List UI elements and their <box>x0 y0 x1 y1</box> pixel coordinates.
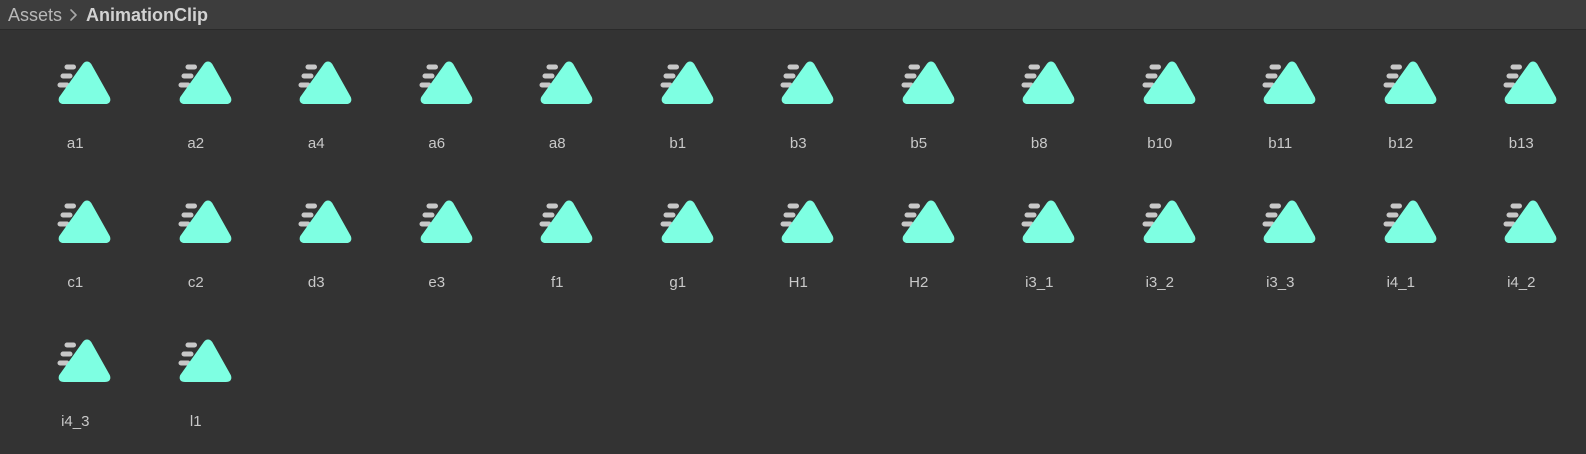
animation-clip-icon <box>640 52 716 122</box>
asset-tile[interactable]: e3 <box>377 191 498 330</box>
animation-clip-icon <box>1363 52 1439 122</box>
asset-label: b3 <box>789 135 807 152</box>
animation-clip-icon <box>278 52 354 122</box>
animation-clip-icon <box>278 191 354 261</box>
animation-clip-icon <box>1001 52 1077 122</box>
asset-tile[interactable]: c2 <box>136 191 257 330</box>
animation-clip-icon <box>640 191 716 261</box>
asset-label: c2 <box>187 274 204 291</box>
asset-label: a2 <box>187 135 205 152</box>
animation-clip-icon <box>519 52 595 122</box>
animation-clip-icon <box>1242 52 1318 122</box>
asset-tile[interactable]: i4_3 <box>15 330 136 454</box>
asset-tile[interactable]: a4 <box>256 52 377 191</box>
asset-label: i3_2 <box>1145 274 1174 291</box>
animation-clip-icon <box>158 191 234 261</box>
asset-label: b12 <box>1388 135 1414 152</box>
animation-clip-icon <box>37 52 113 122</box>
asset-label: i4_3 <box>61 413 90 430</box>
asset-label: a6 <box>428 135 446 152</box>
asset-label: i4_1 <box>1386 274 1415 291</box>
asset-tile[interactable]: g1 <box>618 191 739 330</box>
breadcrumb-item-animationclip[interactable]: AnimationClip <box>86 0 208 30</box>
asset-tile[interactable]: b11 <box>1220 52 1341 191</box>
asset-tile[interactable]: a6 <box>377 52 498 191</box>
asset-label: l1 <box>189 413 202 430</box>
asset-label: i4_2 <box>1507 274 1536 291</box>
animation-clip-icon <box>760 52 836 122</box>
asset-tile[interactable]: b1 <box>618 52 739 191</box>
asset-label: b5 <box>910 135 928 152</box>
asset-tile[interactable]: b12 <box>1341 52 1462 191</box>
asset-tile[interactable]: H2 <box>859 191 980 330</box>
animation-clip-icon <box>37 191 113 261</box>
asset-label: c1 <box>67 274 84 291</box>
asset-tile[interactable]: b3 <box>738 52 859 191</box>
asset-tile[interactable]: i3_1 <box>979 191 1100 330</box>
animation-clip-icon <box>760 191 836 261</box>
animation-clip-icon <box>1363 191 1439 261</box>
breadcrumb: Assets AnimationClip <box>0 0 1586 30</box>
asset-tile[interactable]: H1 <box>738 191 859 330</box>
animation-clip-icon <box>1122 191 1198 261</box>
chevron-right-icon <box>62 0 86 30</box>
animation-clip-icon <box>1001 191 1077 261</box>
animation-clip-icon <box>37 330 113 400</box>
asset-tile[interactable]: b5 <box>859 52 980 191</box>
animation-clip-icon <box>881 191 957 261</box>
asset-tile[interactable]: b8 <box>979 52 1100 191</box>
asset-label: d3 <box>307 274 325 291</box>
animation-clip-icon <box>158 330 234 400</box>
asset-label: H2 <box>909 274 929 291</box>
animation-clip-icon <box>1242 191 1318 261</box>
animation-clip-icon <box>1483 191 1559 261</box>
animation-clip-icon <box>399 191 475 261</box>
asset-label: a8 <box>548 135 566 152</box>
asset-label: b8 <box>1030 135 1048 152</box>
asset-label: b11 <box>1268 135 1293 152</box>
asset-tile[interactable]: a2 <box>136 52 257 191</box>
asset-label: H1 <box>788 274 808 291</box>
asset-tile[interactable]: d3 <box>256 191 377 330</box>
asset-label: f1 <box>550 274 564 291</box>
asset-tile[interactable]: b13 <box>1461 52 1582 191</box>
animation-clip-icon <box>1483 52 1559 122</box>
asset-tile[interactable]: c1 <box>15 191 136 330</box>
asset-tile[interactable]: a1 <box>15 52 136 191</box>
asset-tile[interactable]: i4_2 <box>1461 191 1582 330</box>
asset-label: e3 <box>428 274 446 291</box>
asset-tile[interactable]: l1 <box>136 330 257 454</box>
asset-label: b13 <box>1508 135 1534 152</box>
animation-clip-icon <box>1122 52 1198 122</box>
asset-tile[interactable]: f1 <box>497 191 618 330</box>
asset-label: g1 <box>669 274 687 291</box>
asset-tile[interactable]: a8 <box>497 52 618 191</box>
asset-tile[interactable]: i3_3 <box>1220 191 1341 330</box>
breadcrumb-item-assets[interactable]: Assets <box>8 0 62 30</box>
asset-label: b10 <box>1147 135 1173 152</box>
asset-tile[interactable]: b10 <box>1100 52 1221 191</box>
project-browser: Assets AnimationClip a1 a2 a4 a6 a8 b1 b3 b5 b8 b… <box>0 0 1586 454</box>
animation-clip-icon <box>399 52 475 122</box>
asset-label: a4 <box>307 135 325 152</box>
animation-clip-icon <box>158 52 234 122</box>
asset-label: i3_1 <box>1025 274 1054 291</box>
asset-grid: a1 a2 a4 a6 a8 b1 b3 b5 b8 b10 b11 b12 b13 c1 c2 d3 e3 f1… <box>15 52 1575 454</box>
asset-tile[interactable]: i3_2 <box>1100 191 1221 330</box>
animation-clip-icon <box>881 52 957 122</box>
animation-clip-icon <box>519 191 595 261</box>
asset-label: b1 <box>669 135 687 152</box>
asset-label: i3_3 <box>1266 274 1295 291</box>
asset-tile[interactable]: i4_1 <box>1341 191 1462 330</box>
asset-label: a1 <box>66 135 84 152</box>
